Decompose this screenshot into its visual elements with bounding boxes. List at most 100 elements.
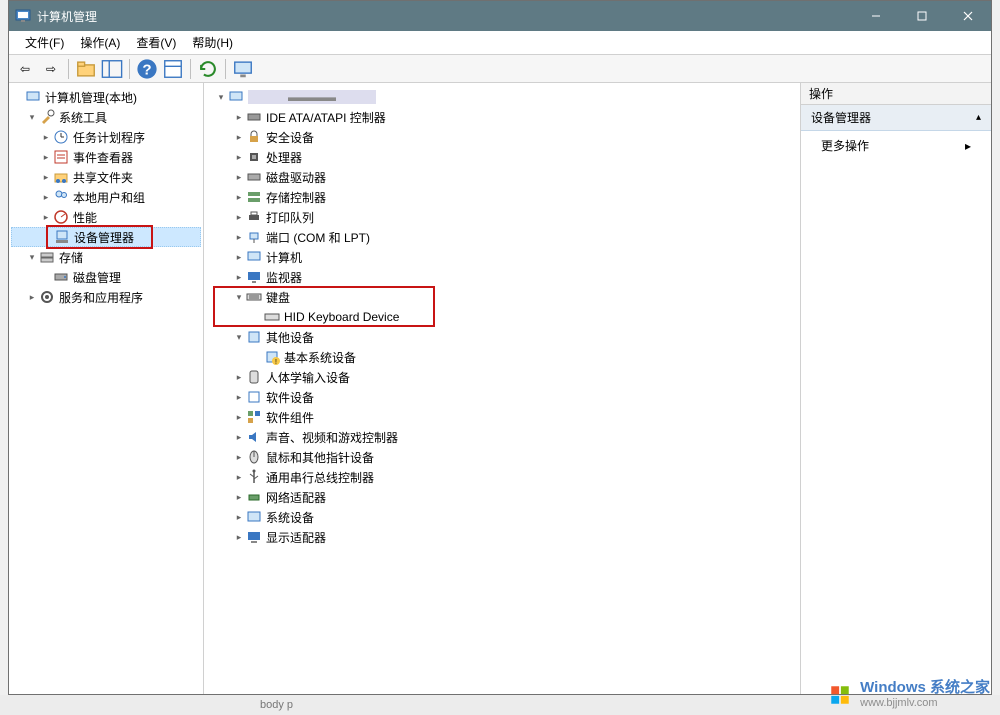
maximize-button[interactable] (899, 1, 945, 31)
node-label: 打印队列 (266, 209, 314, 226)
node-label: 事件查看器 (73, 149, 133, 166)
expand-icon[interactable]: ▸ (232, 130, 246, 144)
close-button[interactable] (945, 1, 991, 31)
expand-icon[interactable]: ▸ (232, 250, 246, 264)
back-button[interactable]: ⇦ (13, 58, 37, 80)
titlebar[interactable]: 计算机管理 (9, 1, 991, 31)
node-label: 键盘 (266, 289, 290, 306)
tree-node-storage[interactable]: ▾ 存储 (11, 247, 201, 267)
expand-icon[interactable]: ▸ (232, 510, 246, 524)
separator (68, 59, 69, 79)
device-soft-comp[interactable]: ▸软件组件 (206, 407, 798, 427)
console-tree-pane[interactable]: ▶ 计算机管理(本地) ▾ 系统工具 ▸ 任务计划程序 ▸ 事件查看器 ▸ (9, 83, 204, 694)
port-icon (246, 229, 262, 245)
device-mouse[interactable]: ▸鼠标和其他指针设备 (206, 447, 798, 467)
device-display[interactable]: ▸显示适配器 (206, 527, 798, 547)
collapse-icon[interactable]: ▾ (232, 290, 246, 304)
expand-icon[interactable]: ▸ (232, 170, 246, 184)
software-icon (246, 389, 262, 405)
expand-icon[interactable]: ▸ (232, 390, 246, 404)
device-storage-ctrl[interactable]: ▸存储控制器 (206, 187, 798, 207)
device-hid-input[interactable]: ▸人体学输入设备 (206, 367, 798, 387)
collapse-arrow-icon[interactable]: ▴ (976, 112, 981, 123)
device-system[interactable]: ▸系统设备 (206, 507, 798, 527)
expand-icon[interactable]: ▸ (232, 430, 246, 444)
device-monitor[interactable]: ▸ 监视器 (206, 267, 798, 287)
collapse-icon[interactable]: ▾ (232, 330, 246, 344)
tree-node-device-manager[interactable]: ▸ 设备管理器 (11, 227, 201, 247)
menu-file[interactable]: 文件(F) (17, 32, 72, 53)
collapse-icon[interactable]: ▾ (25, 250, 39, 264)
expand-icon[interactable]: ▸ (232, 450, 246, 464)
expand-icon[interactable]: ▸ (232, 150, 246, 164)
expand-icon[interactable]: ▸ (232, 270, 246, 284)
device-ide[interactable]: ▸IDE ATA/ATAPI 控制器 (206, 107, 798, 127)
tools-icon (39, 109, 55, 125)
device-hid-keyboard[interactable]: ▸HID Keyboard Device (206, 307, 798, 327)
device-keyboard[interactable]: ▾ 键盘 (206, 287, 798, 307)
monitor-button[interactable] (231, 58, 255, 80)
device-soft-dev[interactable]: ▸软件设备 (206, 387, 798, 407)
expand-icon[interactable]: ▸ (39, 210, 53, 224)
tree-node-event-viewer[interactable]: ▸ 事件查看器 (11, 147, 201, 167)
expand-icon[interactable]: ▸ (232, 530, 246, 544)
menu-action[interactable]: 操作(A) (72, 32, 128, 53)
usb-icon (246, 469, 262, 485)
device-network[interactable]: ▸网络适配器 (206, 487, 798, 507)
expand-icon[interactable]: ▸ (232, 370, 246, 384)
expand-icon[interactable]: ▸ (39, 130, 53, 144)
node-label: 其他设备 (266, 329, 314, 346)
expand-icon[interactable]: ▸ (232, 410, 246, 424)
tree-node-task-scheduler[interactable]: ▸ 任务计划程序 (11, 127, 201, 147)
device-tree-pane[interactable]: ▾ ▬▬▬▬ ▸IDE ATA/ATAPI 控制器 ▸ 安全设备 ▸处理器 ▸磁盘… (204, 83, 801, 694)
menu-view[interactable]: 查看(V) (128, 32, 184, 53)
more-actions-link[interactable]: 更多操作 ▸ (801, 131, 991, 160)
refresh-button[interactable] (196, 58, 220, 80)
device-other[interactable]: ▾ 其他设备 (206, 327, 798, 347)
tree-node-root[interactable]: ▶ 计算机管理(本地) (11, 87, 201, 107)
device-ports[interactable]: ▸端口 (COM 和 LPT) (206, 227, 798, 247)
device-disk-drive[interactable]: ▸磁盘驱动器 (206, 167, 798, 187)
tree-node-services[interactable]: ▸ 服务和应用程序 (11, 287, 201, 307)
tree-node-local-users[interactable]: ▸ 本地用户和组 (11, 187, 201, 207)
node-label: 基本系统设备 (284, 349, 356, 366)
node-label: 监视器 (266, 269, 302, 286)
minimize-button[interactable] (853, 1, 899, 31)
collapse-icon[interactable]: ▾ (25, 110, 39, 124)
expand-icon[interactable]: ▸ (232, 190, 246, 204)
help-button[interactable]: ? (135, 58, 159, 80)
show-hide-button[interactable] (100, 58, 124, 80)
tree-node-performance[interactable]: ▸ 性能 (11, 207, 201, 227)
node-label: 服务和应用程序 (59, 289, 143, 306)
event-icon (53, 149, 69, 165)
tree-node-shared-folders[interactable]: ▸ 共享文件夹 (11, 167, 201, 187)
node-label: 磁盘管理 (73, 269, 121, 286)
menu-help[interactable]: 帮助(H) (184, 32, 241, 53)
tree-node-system-tools[interactable]: ▾ 系统工具 (11, 107, 201, 127)
collapse-icon[interactable]: ▾ (214, 90, 228, 104)
tree-node-disk-mgmt[interactable]: ▸ 磁盘管理 (11, 267, 201, 287)
properties-button[interactable] (161, 58, 185, 80)
expand-icon[interactable]: ▸ (39, 190, 53, 204)
device-base-system[interactable]: ▸!基本系统设备 (206, 347, 798, 367)
expand-icon[interactable]: ▸ (232, 230, 246, 244)
device-usb[interactable]: ▸通用串行总线控制器 (206, 467, 798, 487)
expand-icon[interactable]: ▸ (39, 150, 53, 164)
device-root[interactable]: ▾ ▬▬▬▬ (206, 87, 798, 107)
watermark: Windows 系统之家 www.bjjmlv.com (826, 680, 990, 709)
expand-icon[interactable]: ▸ (232, 210, 246, 224)
device-cpu[interactable]: ▸处理器 (206, 147, 798, 167)
forward-button[interactable]: ⇨ (39, 58, 63, 80)
actions-section[interactable]: 设备管理器 ▴ (801, 105, 991, 131)
node-label: 安全设备 (266, 129, 314, 146)
expand-icon[interactable]: ▸ (25, 290, 39, 304)
expand-icon[interactable]: ▸ (232, 470, 246, 484)
device-sound[interactable]: ▸声音、视频和游戏控制器 (206, 427, 798, 447)
expand-icon[interactable]: ▸ (39, 170, 53, 184)
device-security[interactable]: ▸ 安全设备 (206, 127, 798, 147)
device-print[interactable]: ▸ 打印队列 (206, 207, 798, 227)
up-button[interactable] (74, 58, 98, 80)
expand-icon[interactable]: ▸ (232, 110, 246, 124)
expand-icon[interactable]: ▸ (232, 490, 246, 504)
device-computer[interactable]: ▸计算机 (206, 247, 798, 267)
